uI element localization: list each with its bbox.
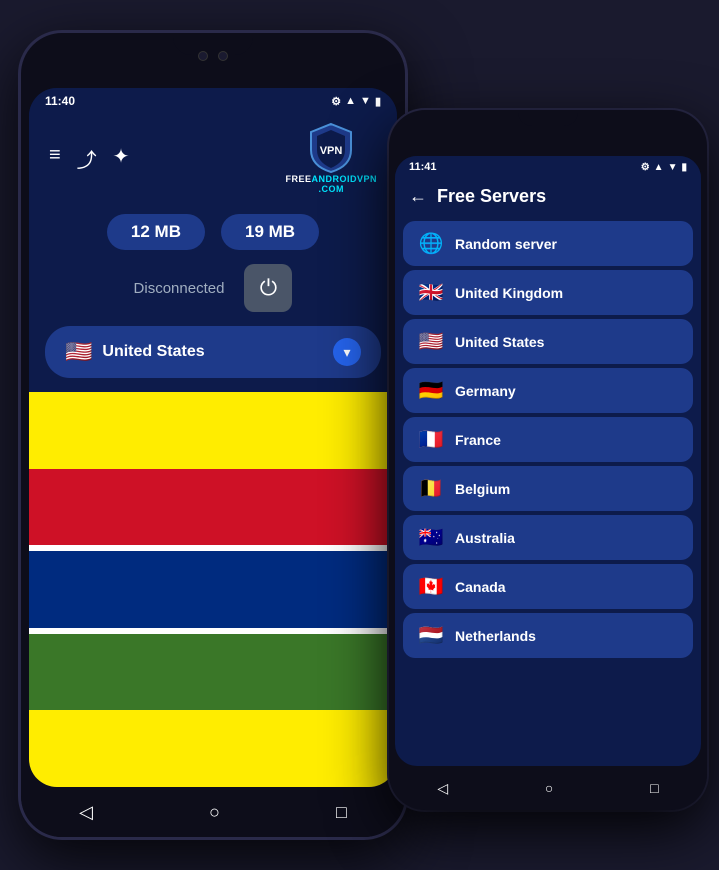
server-name: Germany (455, 383, 516, 399)
server-item[interactable]: 🌐 Random server (403, 221, 693, 266)
upload-badge: 19 MB (221, 214, 319, 250)
logo-text: FREEANDROIDVPN .COM (285, 174, 377, 194)
server-name: France (455, 432, 501, 448)
time2: 11:41 (409, 161, 437, 173)
header2: ← Free Servers (395, 176, 701, 217)
notch2 (518, 110, 578, 126)
chevron-down-icon[interactable]: ▾ (333, 338, 361, 366)
server-flag: 🇳🇱 (417, 623, 445, 648)
flag-strip-blue (29, 551, 397, 628)
signal-icon2: ▼ (668, 162, 678, 173)
flag-strip-red (29, 469, 397, 546)
phone1-screen: 11:40 ⚙ ▲ ▼ ▮ ≡ ⤴ ✦ VPN (29, 88, 397, 787)
logo-shield: VPN (307, 122, 355, 174)
server-item[interactable]: 🇳🇱 Netherlands (403, 613, 693, 658)
bottom-nav1: ◁ ○ □ (21, 787, 405, 837)
wifi-icon1: ⚙ (331, 95, 341, 108)
server-item[interactable]: 🇩🇪 Germany (403, 368, 693, 413)
camera-area1 (198, 51, 228, 61)
server-list: 🌐 Random server 🇬🇧 United Kingdom 🇺🇸 United S… (395, 217, 701, 766)
battery-icon2: ▮ (681, 162, 687, 173)
back-button2[interactable]: ← (409, 186, 427, 207)
stats-row: 12 MB 19 MB (29, 204, 397, 256)
vpn-icon2: ⚙ (641, 162, 650, 173)
header-title2: Free Servers (437, 186, 546, 207)
server-item[interactable]: 🇧🇪 Belgium (403, 466, 693, 511)
status-bar1: 11:40 ⚙ ▲ ▼ ▮ (29, 88, 397, 112)
server-name: Canada (455, 579, 506, 595)
country-name: United States (102, 343, 323, 361)
server-flag: 🇨🇦 (417, 574, 445, 599)
back-nav2[interactable]: ◁ (437, 780, 448, 797)
server-item[interactable]: 🇬🇧 United Kingdom (403, 270, 693, 315)
server-flag: 🇺🇸 (417, 329, 445, 354)
server-name: United Kingdom (455, 285, 563, 301)
server-name: Australia (455, 530, 515, 546)
status-bar2: 11:41 ⚙ ▲ ▼ ▮ (395, 156, 701, 176)
server-name: Netherlands (455, 628, 536, 644)
server-name: Belgium (455, 481, 510, 497)
server-item[interactable]: 🇨🇦 Canada (403, 564, 693, 609)
server-flag: 🇩🇪 (417, 378, 445, 403)
wifi-icon2: ▲ (654, 162, 664, 173)
home-nav2[interactable]: ○ (545, 780, 553, 796)
server-flag: 🌐 (417, 231, 445, 256)
flag-strip-yellow2 (29, 710, 397, 787)
server-name: United States (455, 334, 544, 350)
server-item[interactable]: 🇦🇺 Australia (403, 515, 693, 560)
back-nav1[interactable]: ◁ (79, 802, 93, 823)
flag-strip-green (29, 634, 397, 711)
battery-icon1: ▮ (375, 95, 381, 108)
flag-strip-yellow1 (29, 392, 397, 469)
server-item[interactable]: 🇺🇸 United States (403, 319, 693, 364)
power-button[interactable]: ⏻ (244, 264, 292, 312)
recent-nav2[interactable]: □ (650, 780, 658, 796)
wifi2-icon1: ▼ (360, 95, 371, 107)
country-flag: 🇺🇸 (65, 339, 92, 365)
connection-status: Disconnected (134, 280, 225, 297)
phone2-screen: 11:41 ⚙ ▲ ▼ ▮ ← Free Servers 🌐 Random ser… (395, 156, 701, 766)
server-flag: 🇧🇪 (417, 476, 445, 501)
logo-area: VPN FREEANDROIDVPN .COM (285, 122, 377, 194)
server-flag: 🇦🇺 (417, 525, 445, 550)
bottom-nav2: ◁ ○ □ (389, 766, 707, 810)
toolbar1: ≡ ⤴ ✦ VPN FREEANDROIDVPN .COM (29, 112, 397, 204)
recent-nav1[interactable]: □ (336, 802, 347, 823)
phone2-device: 11:41 ⚙ ▲ ▼ ▮ ← Free Servers 🌐 Random ser… (389, 110, 707, 810)
server-name: Random server (455, 236, 557, 252)
status-icons1: ⚙ ▲ ▼ ▮ (331, 95, 381, 108)
share-icon[interactable]: ⤴ (77, 144, 97, 173)
toolbar-icons: ≡ ⤴ ✦ (49, 144, 129, 173)
svg-text:VPN: VPN (320, 145, 343, 157)
disconnect-row: Disconnected ⏻ (29, 256, 397, 320)
menu-icon[interactable]: ≡ (49, 144, 61, 173)
time1: 11:40 (45, 94, 75, 108)
server-item[interactable]: 🇫🇷 France (403, 417, 693, 462)
download-badge: 12 MB (107, 214, 205, 250)
status-icons2: ⚙ ▲ ▼ ▮ (641, 162, 687, 173)
signal-icon1: ▲ (345, 95, 356, 107)
home-nav1[interactable]: ○ (209, 802, 220, 823)
server-flag: 🇬🇧 (417, 280, 445, 305)
server-flag: 🇫🇷 (417, 427, 445, 452)
star-icon[interactable]: ✦ (113, 144, 130, 173)
phone1-device: 11:40 ⚙ ▲ ▼ ▮ ≡ ⤴ ✦ VPN (18, 30, 408, 840)
country-selector[interactable]: 🇺🇸 United States ▾ (45, 326, 381, 378)
flag-strips (29, 392, 397, 787)
